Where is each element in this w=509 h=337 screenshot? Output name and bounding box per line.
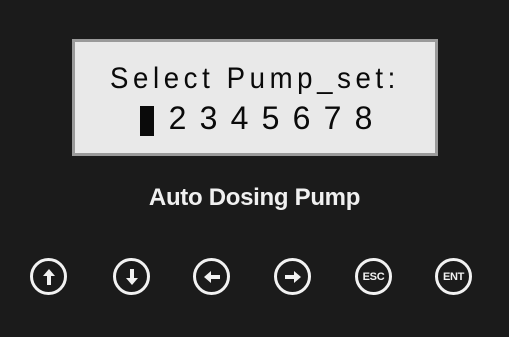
left-button[interactable]	[193, 258, 230, 295]
pump-option-2: 2	[168, 100, 187, 136]
lcd-display: Select Pump_set: 2 3 4 5 6 7 8	[72, 39, 438, 156]
esc-button[interactable]: ESC	[355, 258, 392, 295]
arrow-up-icon	[39, 267, 59, 287]
pump-option-5: 5	[261, 100, 280, 136]
right-button[interactable]	[274, 258, 311, 295]
pump-option-7: 7	[323, 100, 342, 136]
pump-option-6: 6	[292, 100, 311, 136]
pump-option-3: 3	[199, 100, 218, 136]
pump-control-panel: Select Pump_set: 2 3 4 5 6 7 8 Auto Dosi…	[0, 0, 509, 337]
ent-button[interactable]: ENT	[435, 258, 472, 295]
esc-button-label: ESC	[362, 270, 385, 283]
cursor-block	[139, 105, 154, 136]
up-button[interactable]	[30, 258, 67, 295]
pump-option-8: 8	[354, 100, 373, 136]
lcd-line-1: Select Pump_set:	[110, 62, 400, 95]
arrow-right-icon	[283, 267, 303, 287]
lcd-cursor-cell	[131, 100, 162, 136]
ent-button-label: ENT	[442, 270, 465, 283]
pump-option-4: 4	[230, 100, 249, 136]
down-button[interactable]	[113, 258, 150, 295]
lcd-line-2: 2 3 4 5 6 7 8	[75, 100, 435, 136]
arrow-left-icon	[202, 267, 222, 287]
brand-label: Auto Dosing Pump	[148, 184, 361, 211]
arrow-down-icon	[122, 267, 142, 287]
